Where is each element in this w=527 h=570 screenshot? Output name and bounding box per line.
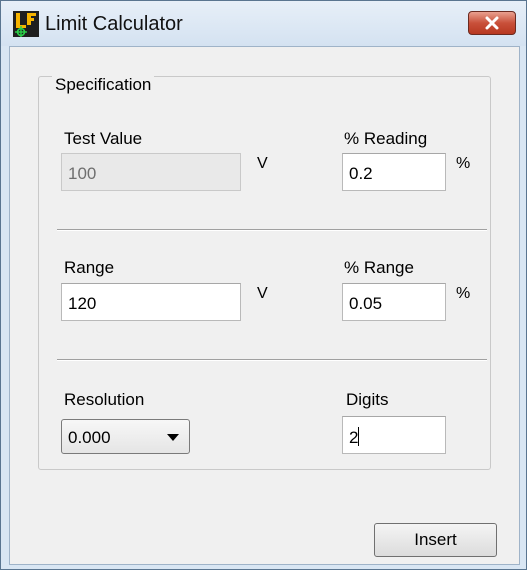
app-icon [13,11,39,37]
separator-2 [57,359,487,361]
percent-reading-unit: % [456,155,471,172]
percent-reading-label: % Reading [344,129,428,148]
percent-range-field[interactable]: 0.05 [342,283,446,321]
dialog-body: Specification Test Value 100 V % Reading… [9,46,520,565]
resolution-dropdown[interactable]: 0.000 [61,419,190,454]
separator-1 [57,229,487,231]
test-value-label: Test Value [64,129,143,148]
close-icon [485,16,499,30]
test-value-unit: V [257,155,268,172]
test-value-field: 100 [61,153,241,191]
digits-value: 2 [349,428,359,447]
window-title: Limit Calculator [45,13,183,35]
range-field[interactable]: 120 [61,283,241,321]
resolution-selected-value: 0.000 [68,428,111,447]
chevron-down-icon [167,434,179,441]
percent-range-unit: % [456,285,471,302]
digits-label: Digits [346,390,389,409]
limit-calculator-window: Limit Calculator Specification Test Valu… [0,0,527,570]
title-bar[interactable]: Limit Calculator [1,1,526,46]
percent-reading-field[interactable]: 0.2 [342,153,446,191]
resolution-label: Resolution [64,390,145,409]
insert-button[interactable]: Insert [374,523,497,557]
range-label: Range [64,258,115,277]
close-button[interactable] [468,11,516,35]
percent-range-label: % Range [344,258,414,277]
specification-legend: Specification [52,75,155,95]
range-unit: V [257,285,268,302]
digits-field[interactable]: 2 [342,416,446,454]
text-cursor [358,427,360,446]
